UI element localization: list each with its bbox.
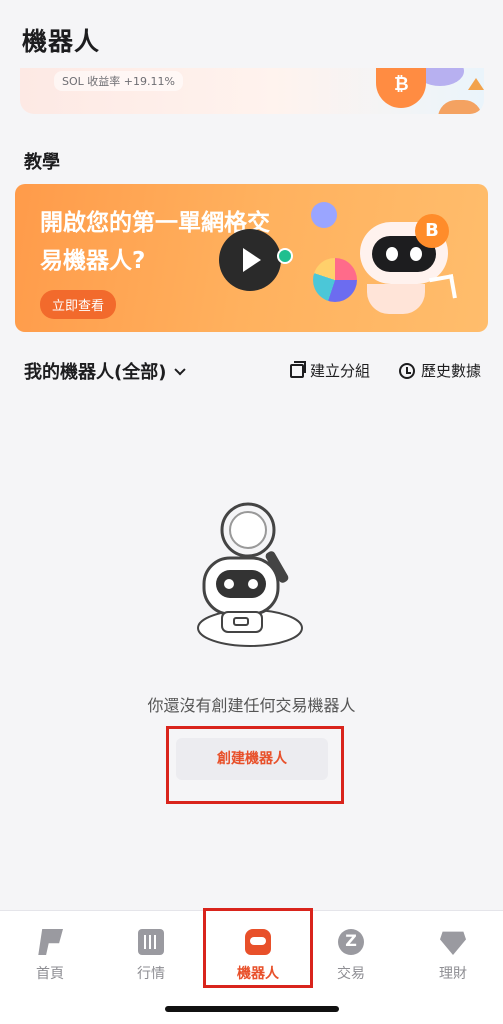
my-bots-title: 我的機器人(全部) [24, 362, 167, 383]
robot-body [367, 284, 425, 314]
home-indicator [165, 1006, 339, 1012]
token-icon [277, 248, 293, 264]
chevron-down-icon [174, 364, 187, 376]
nav-label: 理財 [439, 966, 467, 982]
shield-icon [311, 202, 337, 228]
empty-robot-illustration [197, 502, 303, 647]
play-icon[interactable] [219, 229, 281, 291]
tutorial-card[interactable]: 開啟您的第一單網格交易機器人? 立即查看 B [15, 184, 488, 332]
my-bots-filter[interactable]: 我的機器人(全部) [24, 358, 187, 384]
bitcoin-coin-icon: ₿ [376, 68, 426, 108]
nav-item-finance[interactable]: 理財 [413, 929, 493, 983]
trade-icon [338, 929, 364, 955]
history-label: 歷史數據 [421, 362, 482, 380]
coin-illustration [438, 100, 482, 114]
arrow-up-icon [429, 274, 457, 302]
tutorial-section-title: 教學 [24, 152, 60, 173]
copy-icon [290, 360, 306, 378]
coin-symbol: ₿ [394, 74, 409, 95]
promo-banner[interactable]: SOL 收益率 +19.11% ₿ [20, 68, 484, 114]
market-icon [138, 929, 164, 955]
page-title: 機器人 [22, 27, 101, 56]
nav-label: 交易 [337, 966, 365, 982]
create-bot-button[interactable]: 創建機器人 [176, 738, 328, 780]
nav-label: 首頁 [36, 966, 64, 982]
create-group-label: 建立分組 [310, 362, 371, 380]
nav-label: 機器人 [237, 966, 279, 982]
robot-icon [245, 929, 271, 955]
nav-item-market[interactable]: 行情 [111, 929, 191, 983]
triangle-icon [468, 78, 484, 90]
finance-icon [440, 931, 466, 955]
nav-item-trade[interactable]: 交易 [311, 929, 391, 983]
home-icon [38, 929, 63, 955]
nav-item-home[interactable]: 首頁 [10, 929, 90, 983]
pie-chart-icon [313, 258, 357, 302]
clock-icon [399, 362, 415, 379]
history-button[interactable]: 歷史數據 [399, 360, 481, 381]
promo-stat: SOL 收益率 +19.11% [54, 71, 183, 91]
view-now-button[interactable]: 立即查看 [40, 290, 117, 319]
create-group-button[interactable]: 建立分組 [290, 360, 370, 381]
nav-item-robot[interactable]: 機器人 [218, 929, 298, 983]
empty-state-text: 你還沒有創建任何交易機器人 [147, 696, 356, 715]
bitcoin-icon: B [415, 214, 449, 248]
nav-label: 行情 [137, 966, 165, 982]
